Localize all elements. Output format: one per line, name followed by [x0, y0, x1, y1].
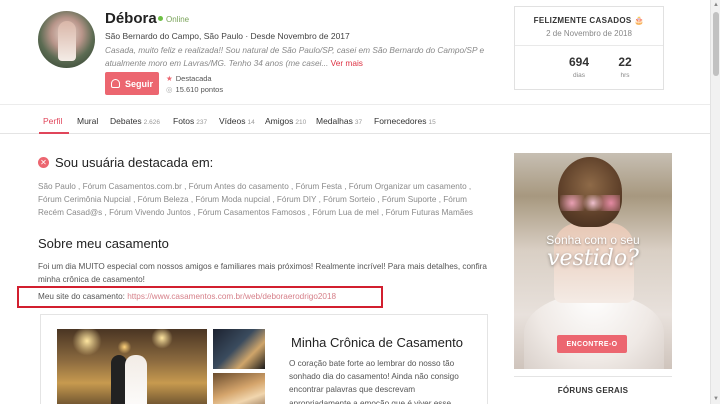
follow-button[interactable]: Seguir	[105, 72, 159, 95]
profile-tabs: Perfil Mural Debates 2.626 Fotos 237 Vídeo…	[0, 104, 710, 134]
married-card: FELIZMENTE CASADOS 🎂 2 de Novembro de 20…	[514, 6, 664, 90]
scroll-up-icon[interactable]: ▲	[713, 2, 719, 8]
cake-icon: 🎂	[634, 16, 645, 25]
chronicle-photo-2[interactable]	[213, 329, 265, 369]
online-dot-icon	[158, 16, 163, 21]
tab-mural[interactable]: Mural	[77, 116, 98, 126]
wedding-date: 2 de Novembro de 2018	[546, 29, 632, 38]
badge-icon: ✕	[38, 157, 49, 168]
forums-general-heading: FÓRUNS GERAIS	[514, 376, 672, 395]
active-tab-indicator	[39, 132, 69, 134]
tab-videos[interactable]: Vídeos 14	[219, 116, 255, 126]
scrollbar[interactable]: ▲ ▼	[710, 0, 720, 404]
lightbulb-icon: ◎	[166, 85, 173, 94]
featured-badge: ★ Destacada	[166, 74, 212, 83]
wedding-site-link[interactable]: https://www.casamentos.com.br/web/debora…	[127, 292, 336, 301]
scroll-thumb[interactable]	[713, 12, 719, 76]
featured-section-title: ✕ Sou usuária destacada em:	[38, 155, 213, 170]
hours-counter: 22 hrs	[618, 55, 632, 79]
online-status: Online	[158, 15, 189, 24]
ad-cta-button[interactable]: ENCONTRE-O	[557, 335, 627, 353]
avatar[interactable]	[38, 11, 95, 68]
about-text: Foi um dia MUITO especial com nossos ami…	[38, 262, 487, 284]
tab-debates[interactable]: Debates 2.626	[110, 116, 160, 126]
ad-line1: Sonha com o seu	[546, 233, 640, 247]
user-follow-icon	[110, 79, 120, 88]
tab-fotos[interactable]: Fotos 237	[173, 116, 207, 126]
tab-fornecedores[interactable]: Fornecedores 15	[374, 116, 436, 126]
wedding-site-line: Meu site do casamento: https://www.casam…	[38, 292, 337, 301]
days-counter: 694 dias	[568, 55, 590, 79]
chronicle-card[interactable]: Minha Crônica de Casamento O coração bat…	[40, 314, 488, 404]
profile-name: Débora	[105, 10, 157, 27]
profile-location: São Bernardo do Campo, São Paulo · Desde…	[105, 31, 350, 41]
bio-more-link[interactable]: Ver mais	[331, 58, 363, 68]
points-count: ◎ 15.610 pontos	[166, 85, 224, 94]
chronicle-photo-main[interactable]	[57, 329, 207, 404]
about-section-title: Sobre meu casamento	[38, 236, 169, 251]
married-title: FELIZMENTE CASADOS 🎂	[533, 16, 645, 25]
profile-bio: Casada, muito feliz e realizada!! Sou na…	[105, 45, 485, 68]
featured-forums-list: São Paulo , Fórum Casamentos.com.br , Fó…	[38, 182, 473, 218]
ad-line2: vestido?	[547, 246, 639, 271]
tab-amigos[interactable]: Amigos 210	[265, 116, 306, 126]
chronicle-title[interactable]: Minha Crônica de Casamento	[291, 335, 463, 350]
chronicle-photo-3[interactable]	[213, 373, 265, 404]
scroll-down-icon[interactable]: ▼	[713, 396, 719, 402]
dress-ad-banner[interactable]: Sonha com o seu vestido? ENCONTRE-O	[514, 153, 672, 369]
tab-medalhas[interactable]: Medalhas 37	[316, 116, 362, 126]
tab-perfil[interactable]: Perfil	[43, 116, 62, 126]
chronicle-text: O coração bate forte ao lembrar do nosso…	[289, 359, 459, 404]
star-icon: ★	[166, 74, 173, 83]
